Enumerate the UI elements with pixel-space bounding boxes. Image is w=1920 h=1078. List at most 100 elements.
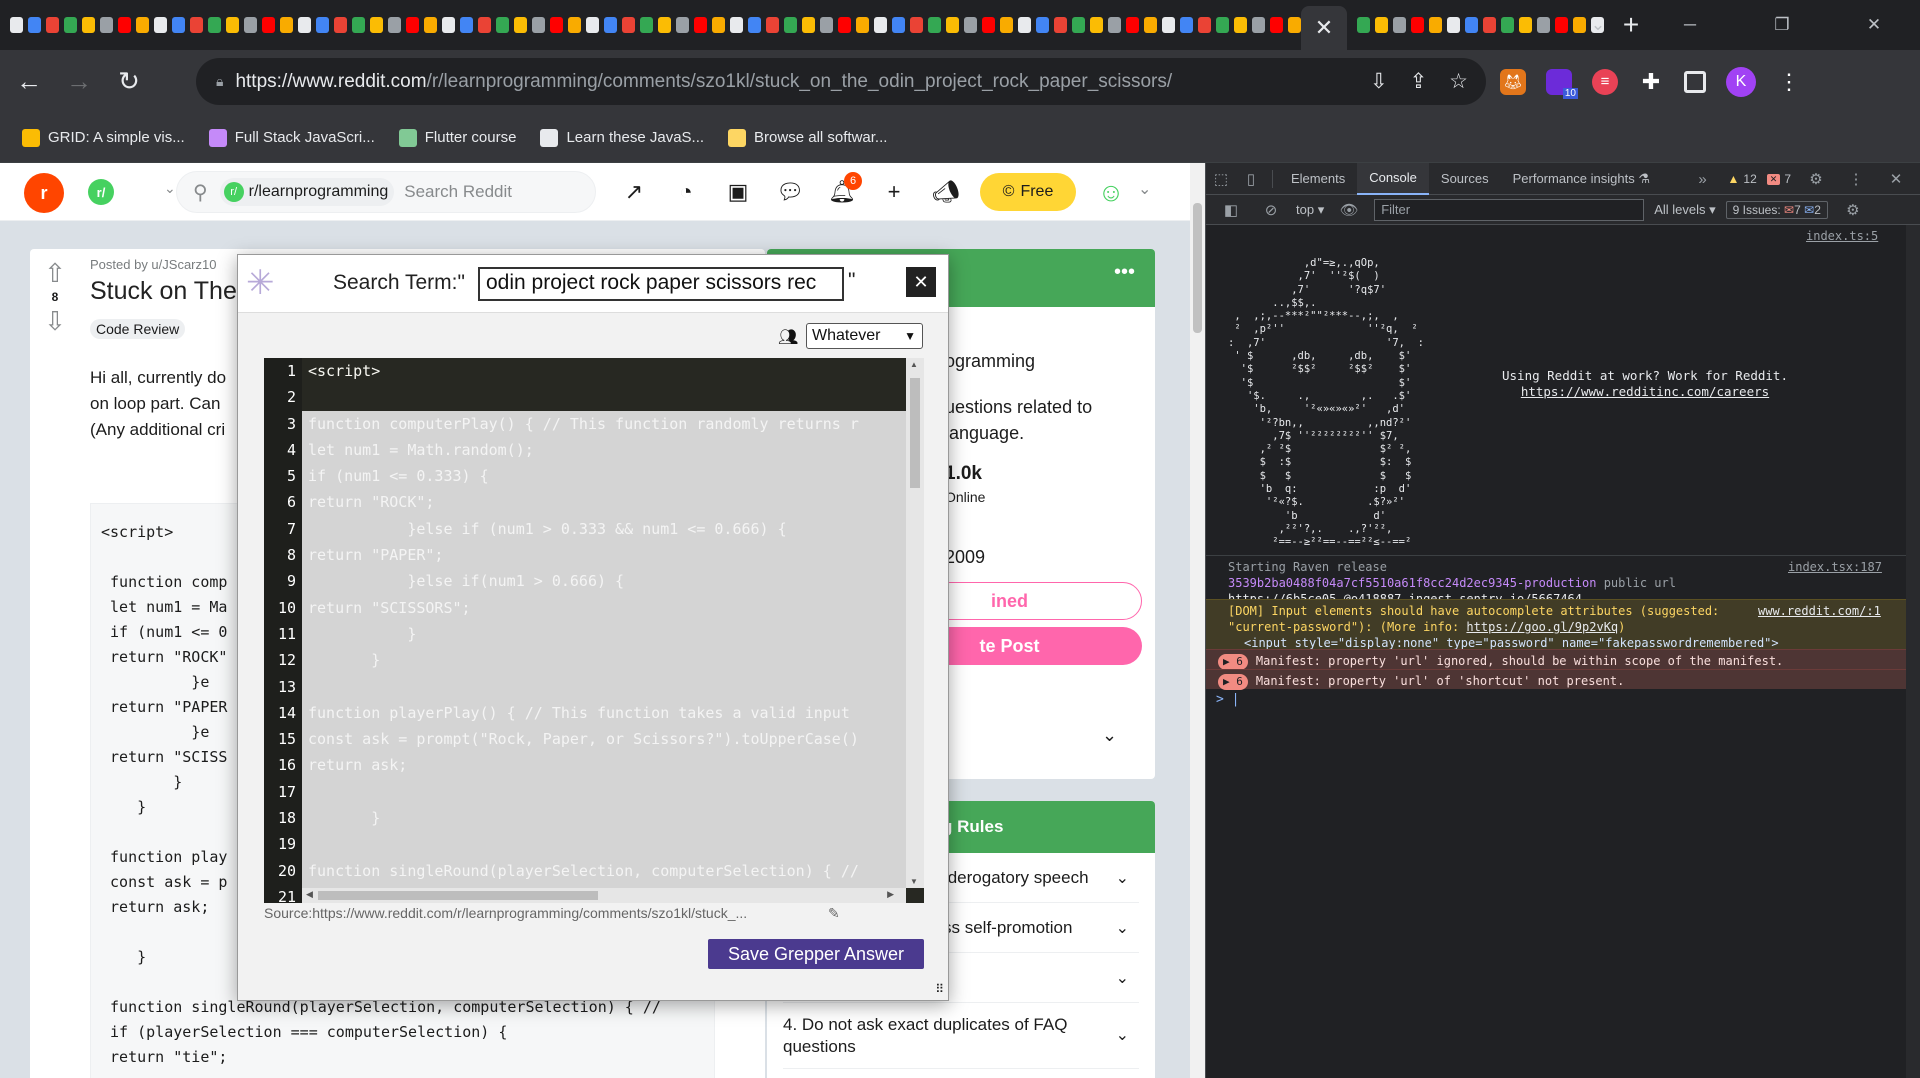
code-line[interactable]: function computerPlay() { // This functi…	[302, 410, 906, 437]
tab-favicon-icon[interactable]	[1180, 17, 1193, 33]
tab-favicon-icon[interactable]	[154, 17, 167, 33]
code-line[interactable]: let num1 = Math.random();	[302, 436, 906, 464]
source-link[interactable]: www.reddit.com/:1	[1758, 603, 1881, 619]
code-lines[interactable]: <script> function computerPlay() { // Thi…	[302, 358, 906, 903]
tab-favicon-icon[interactable]	[352, 17, 365, 33]
code-line[interactable]: }	[302, 805, 906, 832]
bookmark-star-icon[interactable]: ☆	[1449, 69, 1468, 94]
active-tab[interactable]: ✕	[1301, 6, 1347, 50]
tab-favicon-icon[interactable]	[874, 17, 887, 33]
tab-favicon-icon[interactable]	[388, 17, 401, 33]
tab-favicon-icon[interactable]	[982, 17, 995, 33]
tab-favicon-icon[interactable]	[28, 17, 41, 33]
tab-favicon-icon[interactable]	[1000, 17, 1013, 33]
tab-favicon-icon[interactable]	[514, 17, 527, 33]
tab-favicon-icon[interactable]	[1198, 17, 1211, 33]
source-link[interactable]: index.tsx:187	[1788, 559, 1882, 575]
tab-favicon-icon[interactable]	[1411, 17, 1424, 33]
context-select[interactable]: top ▾	[1296, 202, 1324, 218]
tab-favicon-icon[interactable]	[604, 17, 617, 33]
log-levels-select[interactable]: All levels ▾	[1654, 202, 1715, 218]
extension-badge-icon[interactable]: 10	[1546, 68, 1578, 99]
inspect-icon[interactable]: ⬚	[1206, 170, 1236, 188]
tab-favicon-icon[interactable]	[1072, 17, 1085, 33]
tab-favicon-icon[interactable]	[406, 17, 419, 33]
devtools-scrollbar[interactable]	[1906, 225, 1920, 1078]
tab-favicon-icon[interactable]	[478, 17, 491, 33]
create-icon[interactable]: +	[880, 175, 908, 209]
tab-favicon-icon[interactable]	[964, 17, 977, 33]
search-community-chip[interactable]: r/ r/learnprogramming	[219, 178, 395, 206]
tab-favicon-icon[interactable]	[748, 17, 761, 33]
tab-favicon-icon[interactable]	[928, 17, 941, 33]
tab-console[interactable]: Console	[1357, 162, 1429, 195]
source-link[interactable]: index.ts:5	[1806, 229, 1878, 243]
chevron-down-icon[interactable]: ⌄	[1138, 179, 1151, 199]
downvote-icon[interactable]: ⇩	[40, 307, 70, 335]
editor-vertical-scrollbar[interactable]: ▲ ▼	[906, 358, 924, 888]
tab-favicon-icon[interactable]	[1375, 17, 1388, 33]
code-line[interactable]	[302, 778, 906, 806]
tab-favicon-icon[interactable]	[10, 17, 23, 33]
settings-gear-icon[interactable]: ⚙	[1801, 170, 1831, 188]
more-options-icon[interactable]: •••	[1114, 261, 1135, 284]
tab-favicon-icon[interactable]	[226, 17, 239, 33]
rule-item[interactable]: 4. Do not ask exact duplicates of FAQ qu…	[783, 1003, 1139, 1069]
tab-favicon-icon[interactable]	[784, 17, 797, 33]
code-line[interactable]: if (num1 <= 0.333) {	[302, 463, 906, 490]
code-line[interactable]: const ask = prompt("Rock, Paper, or Scis…	[302, 726, 906, 753]
tab-favicon-icon[interactable]	[532, 17, 545, 33]
tab-favicon-icon[interactable]	[820, 17, 833, 33]
code-line[interactable]	[302, 384, 906, 410]
tab-favicon-icon[interactable]	[442, 17, 455, 33]
tab-favicon-icon[interactable]	[64, 17, 77, 33]
error-count[interactable]: ✕ 7	[1766, 172, 1791, 186]
tab-favicon-icon[interactable]	[1393, 17, 1406, 33]
grepper-ext-icon[interactable]: ≡	[1592, 68, 1618, 95]
code-line[interactable]	[302, 831, 906, 858]
tab-favicon-icon[interactable]	[46, 17, 59, 33]
bookmark-item[interactable]: Flutter course	[398, 128, 516, 147]
community-icon[interactable]: r/	[88, 179, 114, 205]
tab-favicon-icon[interactable]	[496, 17, 509, 33]
resize-handle-icon[interactable]: ⠿	[935, 982, 944, 996]
search-term-input[interactable]: odin project rock paper scissors rec	[478, 267, 844, 301]
tab-favicon-icon[interactable]	[334, 17, 347, 33]
device-toolbar-icon[interactable]: ▯	[1236, 170, 1266, 188]
tab-favicon-icon[interactable]	[1519, 17, 1532, 33]
code-line[interactable]: }	[302, 620, 906, 648]
stats-icon[interactable]: ◔	[672, 175, 700, 209]
forward-icon[interactable]: →	[58, 61, 100, 103]
tab-favicon-icon[interactable]	[316, 17, 329, 33]
tab-sources[interactable]: Sources	[1429, 163, 1501, 195]
address-bar[interactable]: 🔒︎ https://www.reddit.com/r/learnprogram…	[196, 58, 1486, 105]
tab-elements[interactable]: Elements	[1279, 163, 1357, 195]
share-icon[interactable]: ⇪	[1410, 69, 1428, 94]
close-modal-button[interactable]: ✕	[906, 267, 936, 297]
search-input[interactable]: ⚲ r/ r/learnprogramming Search Reddit	[176, 171, 596, 213]
tab-favicon-icon[interactable]	[1288, 17, 1301, 33]
tab-favicon-icon[interactable]	[658, 17, 671, 33]
tab-favicon-icon[interactable]	[100, 17, 113, 33]
tab-favicon-icon[interactable]	[568, 17, 581, 33]
install-app-icon[interactable]: ⇩	[1370, 69, 1388, 94]
info-link[interactable]: https://goo.gl/9p2vKq	[1466, 620, 1618, 634]
tab-favicon-icon[interactable]	[676, 17, 689, 33]
metamask-icon[interactable]: 🦊︎	[1500, 68, 1526, 95]
restore-icon[interactable]: ❐	[1736, 0, 1828, 50]
bookmark-item[interactable]: Full Stack JavaScri...	[208, 128, 375, 147]
tab-favicon-icon[interactable]	[838, 17, 851, 33]
tab-favicon-icon[interactable]	[946, 17, 959, 33]
bookmark-item[interactable]: Learn these JavaS...	[540, 128, 704, 147]
tab-favicon-icon[interactable]	[1501, 17, 1514, 33]
kebab-icon[interactable]: ⋮	[1841, 170, 1871, 188]
careers-link[interactable]: https://www.redditinc.com/careers	[1502, 384, 1788, 400]
tab-favicon-icon[interactable]	[1126, 17, 1139, 33]
tab-favicon-icon[interactable]	[118, 17, 131, 33]
close-window-icon[interactable]: ✕	[1828, 0, 1920, 50]
tab-favicon-icon[interactable]	[892, 17, 905, 33]
popular-icon[interactable]: ↗	[620, 175, 648, 209]
code-line[interactable]: }else if (num1 > 0.333 && num1 <= 0.666)…	[302, 515, 906, 543]
code-line[interactable]: return ask;	[302, 752, 906, 779]
tab-search-icon[interactable]: ⌄	[1552, 0, 1644, 50]
